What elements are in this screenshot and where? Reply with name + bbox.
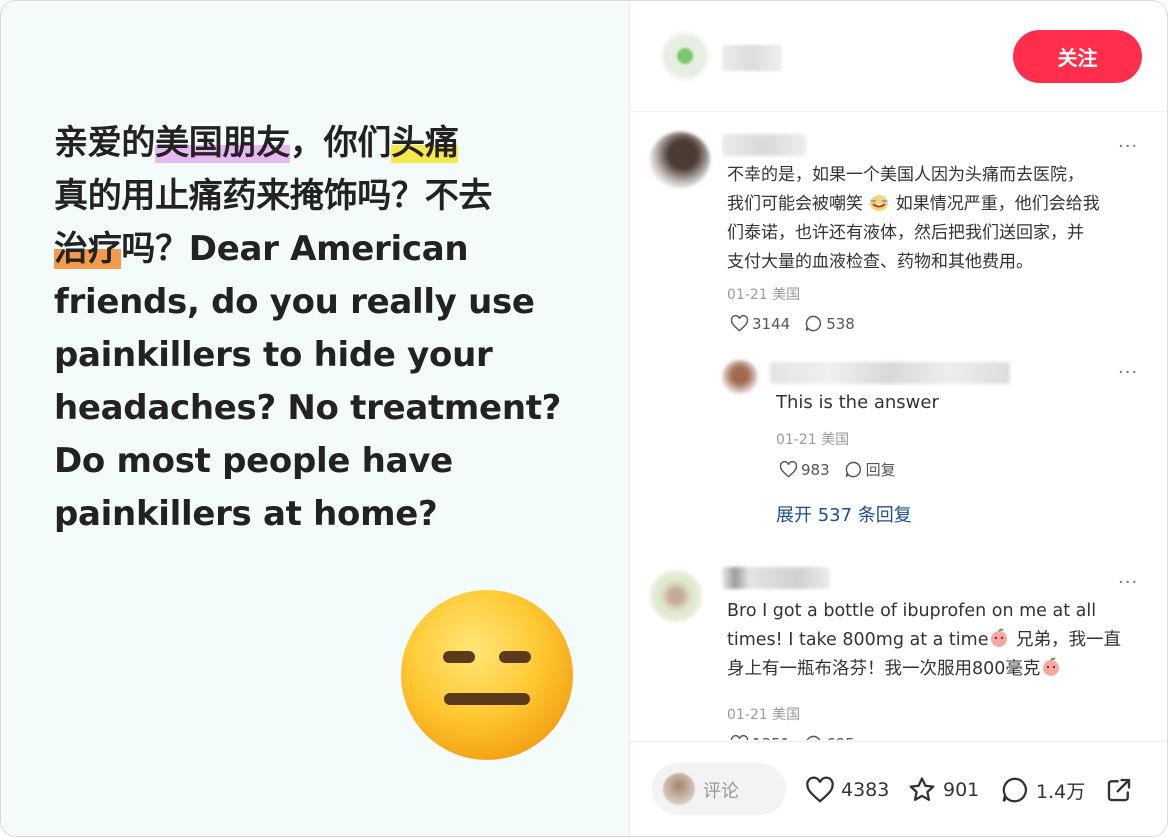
comment-text-line: 不幸的是，如果一个美国人因为头痛而去医院， — [727, 165, 1084, 185]
reply-button[interactable]: 回复 — [844, 459, 896, 480]
post-text-segment: 真的用止痛药来掩饰吗？不去 — [54, 176, 493, 216]
post-favorite-count: 901 — [943, 779, 980, 801]
reply-button[interactable]: 695 — [804, 734, 855, 740]
expand-replies-link[interactable]: 展开 537 条回复 — [776, 501, 912, 527]
peach-emoji-icon — [991, 628, 1008, 647]
avatar[interactable] — [722, 360, 758, 394]
reply-text: This is the answer — [776, 392, 939, 413]
heart-icon — [779, 460, 798, 478]
comment-input[interactable]: 评论 — [652, 763, 786, 815]
post-text-segment: Do most people have — [54, 441, 453, 481]
commenter-name-blurred[interactable] — [722, 567, 830, 589]
commenter-name-blurred[interactable] — [770, 362, 1010, 384]
comment-actions: 1351 695 — [730, 734, 855, 740]
comment-text: 不幸的是，如果一个美国人因为头痛而去医院， 我们可能会被嘲笑 如果情况严重，他们… — [727, 161, 1147, 277]
comment-text-line: 我们可能会被嘲笑 — [727, 194, 869, 214]
author-name-blurred[interactable] — [722, 45, 782, 71]
post-text-line: headaches? No treatment? — [54, 382, 584, 435]
avatar[interactable] — [650, 570, 702, 622]
comment-actions: 3144 538 — [730, 314, 855, 333]
comment-text-line: 兄弟，我一直 — [1010, 630, 1122, 650]
post-text-segment: friends, do you really use — [54, 282, 535, 322]
comment-bubble-icon — [845, 461, 861, 478]
like-button[interactable]: 983 — [779, 460, 830, 479]
post-image-text: 亲爱的美国朋友，你们头痛 真的用止痛药来掩饰吗？不去 治疗吗？Dear Americ… — [54, 117, 584, 541]
post-text-line: Do most people have — [54, 435, 584, 488]
comment-bubble-icon — [805, 315, 822, 332]
post-detail-window: 亲爱的美国朋友，你们头痛 真的用止痛药来掩饰吗？不去 治疗吗？Dear Americ… — [0, 0, 1168, 837]
post-text-line: painkillers to hide your — [54, 329, 584, 382]
more-icon[interactable]: ··· — [1118, 574, 1138, 592]
post-text-segment: headaches? No treatment? — [54, 388, 562, 428]
heart-icon — [806, 776, 834, 803]
comment-text-line: 支付大量的血液检查、药物和其他费用。 — [727, 252, 1033, 272]
comment-text-line: 们泰诺，也许还有液体，然后把我们送回家，并 — [727, 223, 1084, 243]
author-header: 关注 — [630, 1, 1167, 112]
peach-emoji-icon — [1043, 657, 1060, 676]
share-icon — [1107, 778, 1131, 802]
post-text-line: friends, do you really use — [54, 276, 584, 329]
highlighted-text: 头痛 — [391, 123, 459, 163]
post-favorite-button[interactable]: 901 — [907, 775, 979, 805]
post-text-line: 亲爱的美国朋友，你们头痛 — [54, 117, 584, 170]
expressionless-face-emoji — [401, 590, 573, 760]
post-text-line: painkillers at home? — [54, 488, 584, 541]
like-button[interactable]: 1351 — [730, 734, 790, 740]
post-comment-count: 1.4万 — [1036, 780, 1086, 803]
heart-icon — [730, 734, 749, 740]
reply-button[interactable]: 538 — [804, 314, 855, 333]
post-like-button[interactable]: 4383 — [805, 775, 889, 805]
reply-actions: 983 回复 — [779, 459, 896, 480]
like-count: 1351 — [752, 735, 790, 741]
avatar[interactable] — [650, 132, 710, 188]
post-text-segment: painkillers to hide your — [54, 335, 493, 375]
comment-panel: 关注 ··· 不幸的是，如果一个美国人因为头痛而去医院， 我们可能会被嘲笑 如果… — [629, 1, 1167, 836]
post-like-count: 4383 — [841, 779, 890, 801]
comment-placeholder: 评论 — [703, 781, 739, 802]
reply-count: 695 — [826, 735, 855, 741]
reply-count: 538 — [826, 314, 855, 333]
reply-label: 回复 — [865, 461, 896, 479]
reply-meta: 01-21 美国 — [776, 432, 850, 448]
comment-text: Bro I got a bottle of ibuprofen on me at… — [727, 597, 1147, 684]
comment-list[interactable]: ··· 不幸的是，如果一个美国人因为头痛而去医院， 我们可能会被嘲笑 如果情况严… — [630, 112, 1167, 740]
star-icon — [909, 777, 935, 801]
my-avatar — [663, 773, 695, 805]
share-button[interactable] — [1104, 775, 1134, 805]
comment-bubble-icon — [806, 735, 821, 740]
post-text-segment: 亲爱的 — [54, 123, 156, 163]
comment-text-line: times! I take 800mg at a time — [727, 630, 989, 650]
post-text-line: 治疗吗？Dear American — [54, 223, 584, 276]
comment-text-line: Bro I got a bottle of ibuprofen on me at… — [727, 601, 1097, 621]
like-count: 983 — [801, 460, 830, 479]
highlighted-text: 美国朋友 — [155, 123, 290, 163]
more-icon[interactable]: ··· — [1118, 138, 1138, 156]
engagement-bar: 评论 4383 901 1.4万 — [630, 741, 1167, 836]
post-text-segment: 吗？Dear American — [121, 229, 469, 269]
heart-icon — [730, 314, 749, 332]
comment-meta: 01-21 美国 — [727, 287, 801, 303]
post-text-segment: painkillers at home? — [54, 494, 438, 534]
comment-meta: 01-21 美国 — [727, 707, 801, 723]
more-icon[interactable]: ··· — [1118, 364, 1138, 382]
follow-button[interactable]: 关注 — [1013, 30, 1142, 83]
like-button[interactable]: 3144 — [730, 314, 790, 333]
post-text-segment: ，你们 — [289, 123, 392, 163]
comment-text-line: 身上有一瓶布洛芬！我一次服用800毫克 — [727, 659, 1041, 679]
comment-bubble-icon — [1002, 777, 1027, 803]
post-comment-button[interactable]: 1.4万 — [1000, 775, 1085, 805]
like-count: 3144 — [752, 314, 791, 333]
author-avatar[interactable] — [660, 31, 710, 81]
post-text-line: 真的用止痛药来掩饰吗？不去 — [54, 170, 584, 223]
post-image: 亲爱的美国朋友，你们头痛 真的用止痛药来掩饰吗？不去 治疗吗？Dear Americ… — [1, 1, 629, 836]
laughing-emoji-icon — [870, 195, 889, 211]
commenter-name-blurred[interactable] — [722, 134, 806, 156]
comment-text-line: 如果情况严重，他们会给我 — [890, 194, 1100, 214]
highlighted-text: 治疗 — [54, 229, 122, 269]
